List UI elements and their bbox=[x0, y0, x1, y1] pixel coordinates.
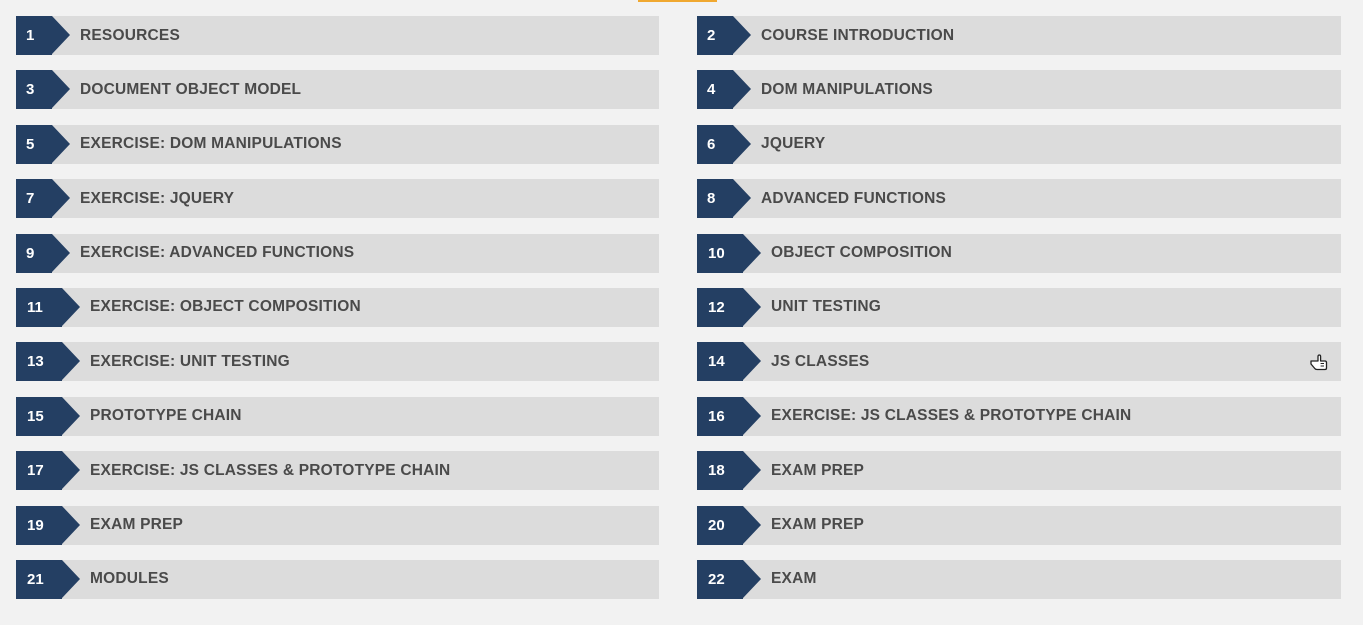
lecture-item-21[interactable]: 21 MODULES bbox=[16, 559, 659, 599]
lecture-title: EXERCISE: ADVANCED FUNCTIONS bbox=[80, 244, 355, 262]
lecture-title: DOCUMENT OBJECT MODEL bbox=[80, 80, 302, 98]
lecture-number-badge: 21 bbox=[16, 559, 80, 599]
lecture-number-badge: 2 bbox=[697, 16, 751, 55]
lecture-item-12[interactable]: 12 UNIT TESTING bbox=[697, 287, 1341, 327]
lecture-number-badge: 14 bbox=[697, 342, 761, 382]
lecture-item-10[interactable]: 10 OBJECT COMPOSITION bbox=[697, 233, 1341, 273]
lecture-item-5[interactable]: 5 EXERCISE: DOM MANIPULATIONS bbox=[16, 124, 659, 164]
lecture-number-badge: 20 bbox=[697, 505, 761, 545]
lecture-title: EXERCISE: JQUERY bbox=[80, 189, 235, 207]
lecture-title: EXAM PREP bbox=[771, 516, 865, 534]
lecture-title: DOM MANIPULATIONS bbox=[761, 80, 933, 98]
lecture-item-15[interactable]: 15 PROTOTYPE CHAIN bbox=[16, 396, 659, 436]
lecture-item-14[interactable]: 14 JS CLASSES bbox=[697, 342, 1341, 382]
lecture-item-11[interactable]: 11 EXERCISE: OBJECT COMPOSITION bbox=[16, 287, 659, 327]
lecture-item-7[interactable]: 7 EXERCISE: JQUERY bbox=[16, 179, 659, 219]
lecture-title: EXAM PREP bbox=[771, 461, 865, 479]
lecture-title: COURSE INTRODUCTION bbox=[761, 26, 955, 44]
lecture-item-3[interactable]: 3 DOCUMENT OBJECT MODEL bbox=[16, 70, 659, 110]
lecture-number-badge: 6 bbox=[697, 124, 751, 164]
lecture-title: EXAM bbox=[771, 570, 817, 588]
lecture-title: EXAM PREP bbox=[90, 516, 184, 534]
lecture-number-badge: 3 bbox=[16, 70, 70, 110]
lecture-item-18[interactable]: 18 EXAM PREP bbox=[697, 451, 1341, 491]
lecture-number-badge: 4 bbox=[697, 70, 751, 110]
lecture-item-22[interactable]: 22 EXAM bbox=[697, 559, 1341, 599]
lecture-item-20[interactable]: 20 EXAM PREP bbox=[697, 505, 1341, 545]
lecture-title: RESOURCES bbox=[80, 26, 180, 44]
lecture-number-badge: 11 bbox=[16, 287, 80, 327]
lecture-number-badge: 17 bbox=[16, 451, 80, 491]
lecture-title: OBJECT COMPOSITION bbox=[771, 244, 953, 262]
lecture-number-badge: 15 bbox=[16, 396, 80, 436]
lecture-title: JQUERY bbox=[761, 135, 826, 153]
lecture-item-13[interactable]: 13 EXERCISE: UNIT TESTING bbox=[16, 342, 659, 382]
lecture-number-badge: 7 bbox=[16, 179, 70, 219]
lecture-item-4[interactable]: 4 DOM MANIPULATIONS bbox=[697, 70, 1341, 110]
lecture-number-badge: 8 bbox=[697, 179, 751, 219]
lecture-item-6[interactable]: 6 JQUERY bbox=[697, 124, 1341, 164]
pointer-hand-icon bbox=[1310, 354, 1328, 371]
lecture-number-badge: 5 bbox=[16, 124, 70, 164]
lecture-item-16[interactable]: 16 EXERCISE: JS CLASSES & PROTOTYPE CHAI… bbox=[697, 396, 1341, 436]
lecture-list: 1 RESOURCES 2 COURSE INTRODUCTION 3 DOCU… bbox=[16, 16, 1341, 599]
lecture-number-badge: 9 bbox=[16, 233, 70, 273]
lecture-title: ADVANCED FUNCTIONS bbox=[761, 189, 947, 207]
lecture-item-19[interactable]: 19 EXAM PREP bbox=[16, 505, 659, 545]
lecture-title: EXERCISE: UNIT TESTING bbox=[90, 352, 290, 370]
lecture-title: EXERCISE: DOM MANIPULATIONS bbox=[80, 135, 342, 153]
lecture-title: JS CLASSES bbox=[771, 352, 870, 370]
lecture-number-badge: 13 bbox=[16, 342, 80, 382]
lecture-number-badge: 19 bbox=[16, 505, 80, 545]
lecture-item-1[interactable]: 1 RESOURCES bbox=[16, 16, 659, 55]
lecture-item-2[interactable]: 2 COURSE INTRODUCTION bbox=[697, 16, 1341, 55]
lecture-number-badge: 1 bbox=[16, 16, 70, 55]
lecture-title: EXERCISE: JS CLASSES & PROTOTYPE CHAIN bbox=[771, 407, 1132, 425]
lecture-number-badge: 12 bbox=[697, 287, 761, 327]
lecture-title: PROTOTYPE CHAIN bbox=[90, 407, 242, 425]
lecture-number-badge: 10 bbox=[697, 233, 761, 273]
lecture-number-badge: 22 bbox=[697, 559, 761, 599]
lecture-number-badge: 18 bbox=[697, 451, 761, 491]
lecture-item-17[interactable]: 17 EXERCISE: JS CLASSES & PROTOTYPE CHAI… bbox=[16, 451, 659, 491]
lecture-item-9[interactable]: 9 EXERCISE: ADVANCED FUNCTIONS bbox=[16, 233, 659, 273]
lecture-title: EXERCISE: JS CLASSES & PROTOTYPE CHAIN bbox=[90, 461, 451, 479]
lecture-title: EXERCISE: OBJECT COMPOSITION bbox=[90, 298, 361, 316]
lecture-item-8[interactable]: 8 ADVANCED FUNCTIONS bbox=[697, 179, 1341, 219]
top-accent-bar bbox=[638, 0, 717, 2]
lecture-title: UNIT TESTING bbox=[771, 298, 882, 316]
lecture-title: MODULES bbox=[90, 570, 169, 588]
lecture-number-badge: 16 bbox=[697, 396, 761, 436]
